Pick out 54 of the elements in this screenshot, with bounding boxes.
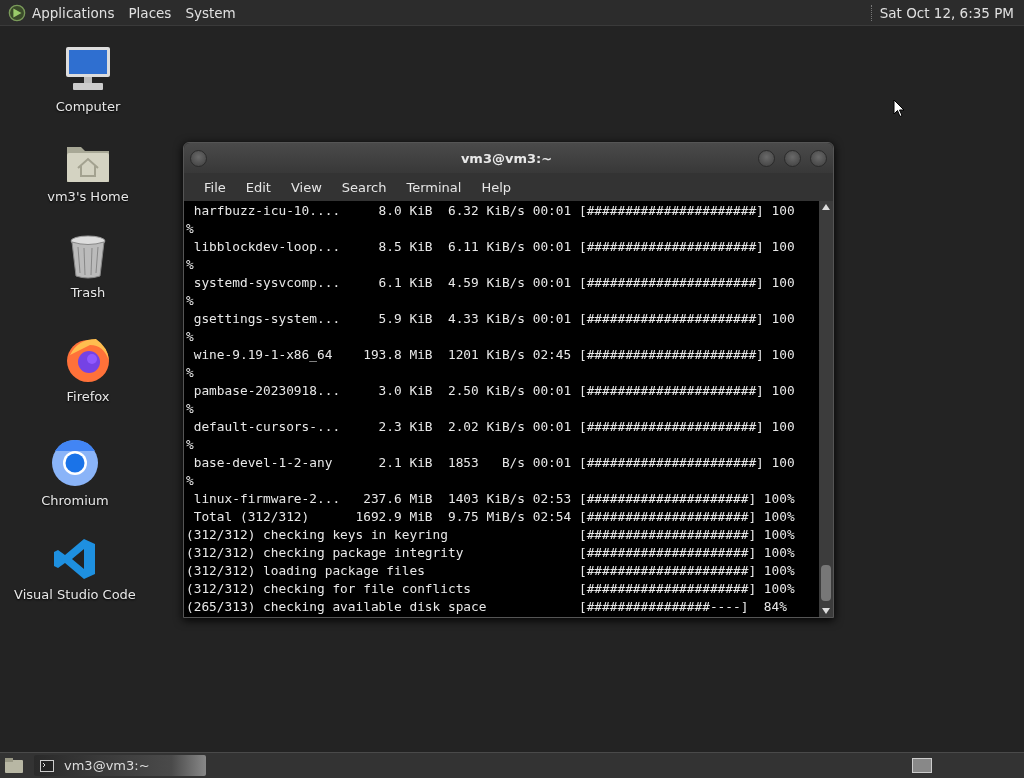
scrollbar-thumb[interactable] bbox=[821, 565, 831, 601]
computer-icon[interactable] bbox=[63, 45, 113, 93]
terminal-line: % bbox=[186, 220, 195, 238]
desktop-icon-label[interactable]: Firefox bbox=[66, 389, 110, 404]
panel-menu[interactable]: System bbox=[185, 4, 236, 21]
desktop-icon-label[interactable]: Trash bbox=[70, 285, 106, 300]
terminal-line: (312/312) checking package integrity [#####################] 100% bbox=[186, 544, 796, 562]
code-editor-icon[interactable] bbox=[53, 537, 97, 581]
clock[interactable]: Sat Oct 12, 6:35 PM bbox=[879, 4, 1014, 21]
terminal-line: default-cursors-... 2.3 KiB 2.02 KiB/s 00:01 [######################] 100 bbox=[192, 418, 796, 436]
desktop-icon-label[interactable]: vm3's Home bbox=[47, 189, 129, 204]
panel-menu[interactable]: Places bbox=[128, 4, 172, 21]
terminal-line: % bbox=[186, 328, 195, 346]
terminal-line: (312/312) checking keys in keyring [#####################] 100% bbox=[186, 526, 796, 544]
scrollbar[interactable] bbox=[819, 201, 833, 617]
menu-item[interactable]: Help bbox=[471, 179, 522, 195]
terminal-line: linux-firmware-2... 237.6 MiB 1403 KiB/s 02:53 [#####################] 100% bbox=[192, 490, 796, 508]
chromium-icon[interactable] bbox=[51, 439, 99, 487]
terminal-line: base-devel-1-2-any 2.1 KiB 1853 B/s 00:01 [######################] 100 bbox=[192, 454, 796, 472]
terminal-line: pambase-20230918... 3.0 KiB 2.50 KiB/s 00:01 [######################] 100 bbox=[192, 382, 796, 400]
terminal-line: % bbox=[186, 400, 195, 418]
scroll-up-arrow-icon[interactable] bbox=[822, 204, 830, 210]
menu-item[interactable]: Edit bbox=[235, 179, 281, 195]
desktop-icon-label[interactable]: Computer bbox=[55, 99, 121, 114]
minimize-button[interactable] bbox=[758, 149, 775, 167]
menu-item[interactable]: View bbox=[280, 179, 332, 195]
trash-icon[interactable] bbox=[69, 235, 107, 279]
menu-item[interactable]: Terminal bbox=[396, 179, 472, 195]
scroll-down-arrow-icon[interactable] bbox=[822, 608, 830, 614]
desktop-icon-label[interactable]: Visual Studio Code bbox=[14, 587, 136, 602]
terminal-line: (265/313) checking available disk space [################----] 84% bbox=[186, 598, 788, 616]
menu-item[interactable]: Search bbox=[331, 179, 397, 195]
desktop-icon-label[interactable]: Chromium bbox=[41, 493, 109, 508]
terminal-line: % bbox=[186, 292, 195, 310]
panel-menu[interactable]: Applications bbox=[32, 4, 115, 21]
terminal-line: % bbox=[186, 364, 195, 382]
terminal-line: harfbuzz-icu-10.... 8.0 KiB 6.32 KiB/s 00:01 [######################] 100 bbox=[192, 202, 796, 220]
terminal-line: % bbox=[186, 436, 195, 454]
terminal-icon bbox=[40, 759, 54, 772]
terminal-line: libblockdev-loop... 8.5 KiB 6.11 KiB/s 00:01 [######################] 100 bbox=[192, 238, 796, 256]
workspace-switcher[interactable] bbox=[912, 758, 932, 773]
menu-item[interactable]: File bbox=[194, 179, 236, 195]
mouse-pointer-icon bbox=[893, 99, 905, 118]
terminal-line: gsettings-system... 5.9 KiB 4.33 KiB/s 00:01 [######################] 100 bbox=[192, 310, 796, 328]
terminal-line: (312/312) loading package files [#####################] 100% bbox=[186, 562, 796, 580]
taskbar-button[interactable]: vm3@vm3:~ bbox=[34, 755, 206, 776]
window-title: vm3@vm3:~ bbox=[459, 150, 554, 166]
terminal-line: Total (312/312) 1692.9 MiB 9.75 MiB/s 02:54 [#####################] 100% bbox=[192, 508, 796, 526]
distro-logo-icon[interactable] bbox=[8, 3, 26, 22]
terminal-line: (312/312) checking for file conflicts [#####################] 100% bbox=[186, 580, 796, 598]
terminal-line: wine-9.19-1-x86_64 193.8 MiB 1201 KiB/s 02:45 [######################] 100 bbox=[192, 346, 796, 364]
terminal-line: systemd-sysvcomp... 6.1 KiB 4.59 KiB/s 00:01 [######################] 100 bbox=[192, 274, 796, 292]
terminal-line: % bbox=[186, 472, 195, 490]
terminal-line: % bbox=[186, 256, 195, 274]
